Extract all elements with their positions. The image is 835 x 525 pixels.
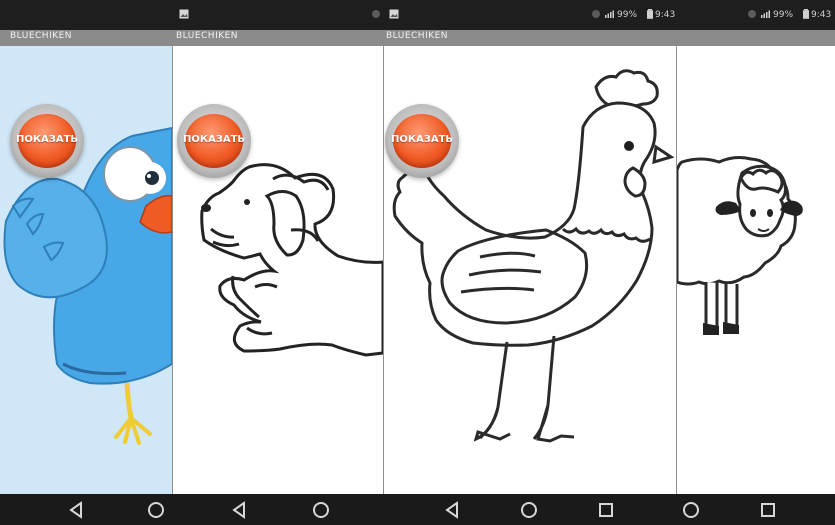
show-button[interactable]: ПОКАЗАТЬ (177, 104, 251, 178)
battery-icon (803, 9, 809, 19)
status-bar (0, 0, 835, 30)
home-icon[interactable] (310, 499, 332, 521)
image-notification-icon (179, 9, 189, 19)
screen-bird: ПОКАЗАТЬ (0, 46, 172, 494)
battery-percent: 99% (773, 10, 794, 20)
back-icon[interactable] (65, 499, 87, 521)
recents-icon[interactable] (757, 499, 779, 521)
show-button-label: ПОКАЗАТЬ (390, 134, 454, 145)
app-title: BLUECHIKEN (176, 31, 239, 41)
app-title: BLUECHIKEN (386, 31, 449, 41)
screen-dog: ПОКАЗАТЬ (173, 46, 383, 494)
navigation-bar (0, 494, 835, 525)
signal-icon (605, 10, 614, 18)
home-icon[interactable] (145, 499, 167, 521)
sync-icon (748, 10, 756, 18)
screenshot-collage: 99% 9:43 99% 9:43 BLUECHIKEN BLUECHIKEN … (0, 0, 835, 525)
recents-icon[interactable] (595, 499, 617, 521)
show-button[interactable]: ПОКАЗАТЬ (10, 104, 84, 178)
screen-sheep (677, 46, 835, 494)
sheep-illustration (677, 156, 803, 335)
clock: 9:43 (811, 10, 832, 20)
sync-icon (372, 10, 380, 18)
show-button-label: ПОКАЗАТЬ (182, 134, 246, 145)
back-icon[interactable] (228, 499, 250, 521)
signal-icon (761, 10, 770, 18)
screen-rooster: ПОКАЗАТЬ (384, 46, 676, 494)
battery-percent: 99% (617, 10, 638, 20)
home-icon[interactable] (518, 499, 540, 521)
battery-icon (647, 9, 653, 19)
show-button[interactable]: ПОКАЗАТЬ (385, 104, 459, 178)
image-notification-icon (389, 9, 399, 19)
clock: 9:43 (655, 10, 676, 20)
sync-icon (592, 10, 600, 18)
home-icon[interactable] (680, 499, 702, 521)
back-icon[interactable] (441, 499, 463, 521)
app-title: BLUECHIKEN (10, 31, 73, 41)
show-button-label: ПОКАЗАТЬ (15, 134, 79, 145)
